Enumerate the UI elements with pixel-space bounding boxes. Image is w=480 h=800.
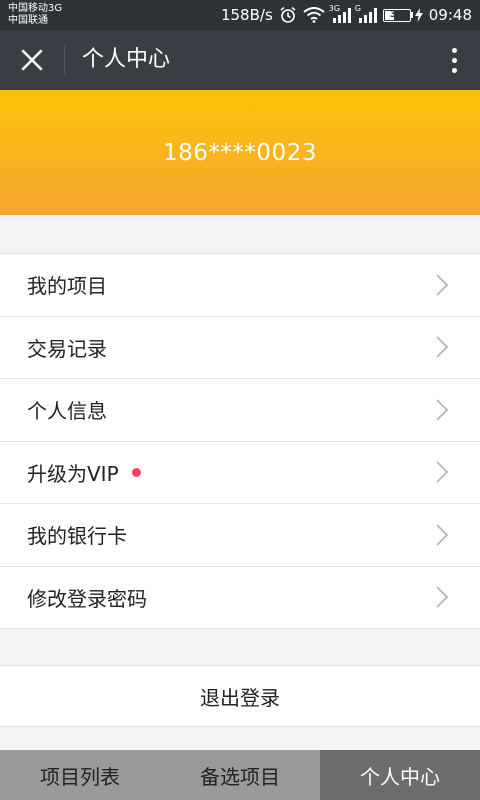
close-button[interactable] bbox=[14, 42, 50, 78]
menu-item[interactable]: 升级为VIP bbox=[0, 442, 480, 504]
menu-item-label: 交易记录 bbox=[27, 336, 107, 361]
logout-button[interactable]: 退出登录 bbox=[0, 665, 480, 727]
chevron-right-icon bbox=[436, 461, 448, 483]
battery-level: 35 bbox=[389, 8, 404, 20]
profile-banner: 186****0023 bbox=[0, 90, 480, 215]
logout-label: 退出登录 bbox=[200, 685, 280, 710]
status-icons: 158B/s 3G G 35 09:48 bbox=[221, 0, 472, 30]
chevron-right-icon bbox=[436, 399, 448, 421]
tab-3[interactable]: 个人中心 bbox=[320, 750, 480, 800]
menu-item[interactable]: 修改登录密码 bbox=[0, 567, 480, 629]
menu-item-label: 我的银行卡 bbox=[27, 524, 127, 549]
title-bar: 个人中心 bbox=[0, 30, 480, 90]
phone-number: 186****0023 bbox=[163, 139, 317, 166]
chevron-right-icon bbox=[436, 336, 448, 358]
carrier-1: 中国移动3G bbox=[8, 3, 63, 14]
status-bar: 中国移动3G 中国联通 158B/s 3G G 35 09:48 bbox=[0, 0, 480, 30]
tab-2[interactable]: 备选项目 bbox=[160, 750, 320, 800]
more-vertical-icon bbox=[451, 47, 457, 53]
notification-dot bbox=[131, 467, 141, 477]
menu-item-label: 我的项目 bbox=[27, 274, 107, 299]
carrier-2: 中国联通 bbox=[8, 15, 48, 26]
signal-1-type: 3G bbox=[328, 4, 341, 13]
alarm-icon bbox=[280, 6, 296, 23]
bottom-tab-bar: 项目列表 备选项目 个人中心 bbox=[0, 750, 480, 800]
clock: 09:48 bbox=[428, 6, 472, 24]
chevron-right-icon bbox=[436, 274, 448, 296]
net-speed: 158B/s bbox=[220, 6, 273, 24]
menu-item[interactable]: 我的银行卡 bbox=[0, 504, 480, 567]
carrier-info: 中国移动3G 中国联通 bbox=[8, 3, 62, 27]
signal-1: 3G bbox=[328, 4, 351, 23]
wifi-icon bbox=[303, 7, 325, 23]
signal-2: G bbox=[354, 4, 377, 23]
menu-item-label: 升级为VIP bbox=[27, 461, 119, 486]
menu-item[interactable]: 个人信息 bbox=[0, 379, 480, 442]
chevron-right-icon bbox=[436, 524, 448, 546]
menu-list: 我的项目交易记录个人信息升级为VIP 我的银行卡修改登录密码 bbox=[0, 253, 480, 629]
menu-item-label: 个人信息 bbox=[27, 399, 107, 424]
menu-item[interactable]: 交易记录 bbox=[0, 317, 480, 379]
page-title: 个人中心 bbox=[82, 47, 171, 72]
menu-item[interactable]: 我的项目 bbox=[0, 254, 480, 317]
charging-icon bbox=[414, 8, 423, 22]
close-icon bbox=[21, 49, 43, 71]
chevron-right-icon bbox=[436, 586, 448, 608]
tab-1[interactable]: 项目列表 bbox=[0, 750, 160, 800]
title-divider bbox=[64, 46, 65, 74]
battery-icon: 35 bbox=[382, 8, 423, 22]
menu-item-label: 修改登录密码 bbox=[27, 586, 147, 611]
signal-2-type: G bbox=[354, 4, 361, 13]
more-options-button[interactable] bbox=[442, 42, 466, 78]
